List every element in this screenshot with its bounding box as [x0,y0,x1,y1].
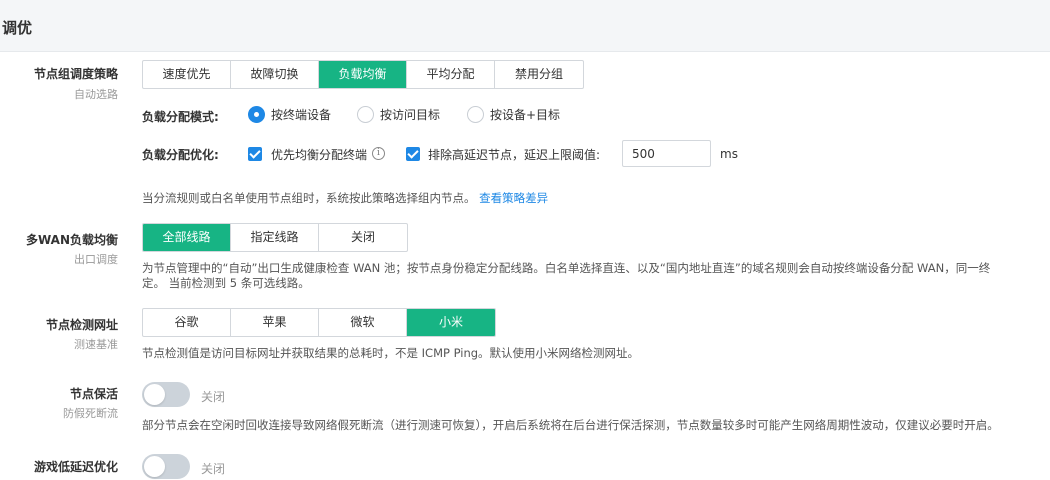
strategy-description: 当分流规则或白名单使用节点组时，系统按此策略选择组内节点。 查看策略差异 [142,191,548,206]
exclude-high-latency-label: 排除高延迟节点，延迟上限阈值: [428,148,601,162]
balance-terminal-label: 优先均衡分配终端 [271,148,368,162]
radio-unselected-icon [467,106,484,123]
detect-url-option-xiaomi[interactable]: 小米 [407,309,495,336]
multiwan-sub: 出口调度 [74,253,118,266]
keepalive-sub: 防假死断流 [63,407,118,420]
game-latency-label: 游戏低延迟优化 [33,460,118,474]
strategy-option-failover[interactable]: 故障切换 [231,61,319,88]
detect-url-selector: 谷歌 苹果 微软 小米 [142,308,496,337]
detect-url-option-microsoft[interactable]: 微软 [319,309,407,336]
radio-unselected-icon [357,106,374,123]
keepalive-state: 关闭 [201,390,226,404]
strategy-option-load-balance[interactable]: 负载均衡 [319,61,407,88]
strategy-description-text: 当分流规则或白名单使用节点组时，系统按此策略选择组内节点。 [142,191,476,205]
latency-threshold-input[interactable] [622,140,711,167]
game-latency-state: 关闭 [201,462,226,476]
multiwan-description-line2: 定。 当前检测到 5 条可选线路。 [142,276,310,290]
load-mode-by-target-label: 按访问目标 [380,108,441,122]
node-group-strategy-label: 节点组调度策略 [33,67,118,81]
latency-unit: ms [720,147,738,161]
strategy-option-even[interactable]: 平均分配 [407,61,495,88]
balance-terminal-checkbox[interactable] [248,147,262,161]
keepalive-description: 部分节点会在空闲时回收连接导致网络假死断流（进行测速可恢复），开启后系统将在后台… [142,418,999,432]
node-group-strategy-sub: 自动选路 [74,88,118,101]
load-mode-by-device[interactable]: 按终端设备 [248,106,331,123]
detect-url-option-apple[interactable]: 苹果 [231,309,319,336]
multiwan-label: 多WAN负载均衡 [25,233,118,247]
load-optimize-label: 负载分配优化: [142,148,219,162]
node-group-strategy-selector: 速度优先 故障切换 负载均衡 平均分配 禁用分组 [142,60,584,89]
multiwan-selector: 全部线路 指定线路 关闭 [142,223,408,252]
detect-url-label: 节点检测网址 [45,318,118,332]
detect-url-sub: 测速基准 [74,338,118,351]
info-icon[interactable]: i [372,147,385,160]
section-header: 调优 [0,0,1050,52]
load-mode-by-device-target-label: 按设备+目标 [490,108,561,122]
detect-url-description: 节点检测值是访问目标网址并获取结果的总耗时，不是 ICMP Ping。默认使用小… [142,346,640,360]
game-latency-toggle[interactable] [142,454,190,479]
multiwan-option-specified[interactable]: 指定线路 [231,224,319,251]
strategy-option-speed[interactable]: 速度优先 [143,61,231,88]
multiwan-option-all[interactable]: 全部线路 [143,224,231,251]
strategy-option-disable[interactable]: 禁用分组 [495,61,583,88]
multiwan-option-off[interactable]: 关闭 [319,224,407,251]
exclude-high-latency-checkbox[interactable] [406,147,420,161]
load-mode-label: 负载分配模式: [142,110,219,124]
keepalive-label: 节点保活 [69,387,118,401]
load-mode-by-device-target[interactable]: 按设备+目标 [467,106,560,123]
view-strategy-diff-link[interactable]: 查看策略差异 [479,191,548,205]
keepalive-toggle[interactable] [142,382,190,407]
multiwan-description-line1: 为节点管理中的“自动”出口生成健康检查 WAN 池；按节点身份稳定分配线路。白名… [142,261,991,275]
load-mode-by-device-label: 按终端设备 [271,108,332,122]
section-title: 调优 [2,19,33,37]
detect-url-option-google[interactable]: 谷歌 [143,309,231,336]
load-mode-by-target[interactable]: 按访问目标 [357,106,440,123]
radio-selected-icon [248,106,265,123]
